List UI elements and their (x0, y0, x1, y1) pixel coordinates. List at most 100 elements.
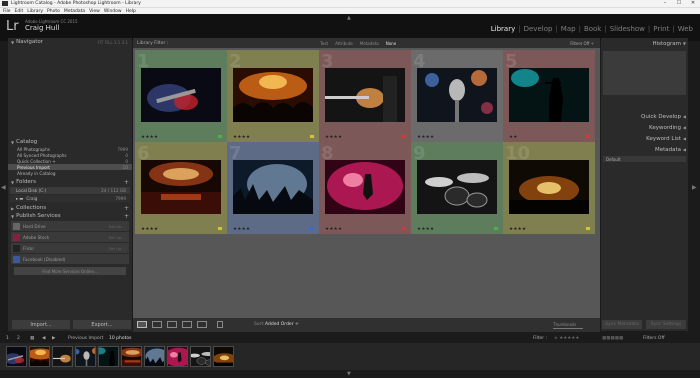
photo-cell[interactable]: 5 ★★ (503, 50, 595, 142)
filmstrip-thumbnail[interactable] (190, 346, 211, 367)
module-library[interactable]: Library (488, 25, 518, 33)
filmstrip-filter-dropdown[interactable]: Filters Off (643, 336, 665, 341)
publish-facebook[interactable]: Facebook (Disabled) (11, 254, 129, 264)
metadata-preset-dropdown[interactable]: Default (603, 156, 686, 162)
menu-edit[interactable]: Edit (15, 9, 24, 14)
add-service-icon[interactable]: + (124, 213, 129, 220)
find-more-services-button[interactable]: Find More Services Online... (14, 267, 126, 275)
rating-filter[interactable]: ≥ ★★★★★ (554, 336, 579, 341)
menu-file[interactable]: File (3, 9, 11, 14)
page-1-button[interactable]: 1 (6, 336, 9, 341)
menu-metadata[interactable]: Metadata (64, 9, 85, 14)
menu-library[interactable]: Library (27, 9, 43, 14)
quick-develop-header[interactable]: Quick Develop ◀ (601, 111, 688, 122)
folder-volume-local-disk[interactable]: Local Disk (C:) 24 / 112 GB (10, 187, 130, 194)
filter-presets-dropdown[interactable]: Filters Off ÷ (570, 41, 594, 46)
menu-window[interactable]: Window (104, 9, 122, 14)
expand-triangle-icon[interactable]: ◀ (683, 136, 686, 141)
photo-cell[interactable]: 8 ★★★★ (319, 142, 411, 234)
star-rating[interactable]: ★★★★ (233, 135, 250, 140)
collapse-triangle-icon[interactable]: ▼ (11, 40, 14, 45)
star-rating[interactable]: ★★★★ (509, 227, 526, 232)
keywording-header[interactable]: Keywording ◀ (601, 122, 688, 133)
filmstrip-thumbnail[interactable] (75, 346, 96, 367)
collapse-top-icon[interactable]: ▲ (347, 15, 351, 21)
navigator-preview[interactable] (8, 46, 132, 138)
star-rating[interactable]: ★★★★ (325, 135, 342, 140)
back-arrow-icon[interactable]: ◀ (42, 336, 45, 341)
star-rating[interactable]: ★★ (509, 135, 518, 140)
folder-craig[interactable]: ▸ ▬ Craig 7999 (10, 195, 130, 202)
maximize-button[interactable]: ☐ (672, 0, 686, 7)
close-button[interactable]: ✕ (686, 0, 700, 7)
collapse-triangle-icon[interactable]: ▼ (11, 180, 14, 185)
expand-triangle-icon[interactable]: ◀ (683, 125, 686, 130)
filmstrip-thumbnail[interactable] (98, 346, 119, 367)
photo-cell[interactable]: 3 ★★★★ (319, 50, 411, 142)
filter-tab-metadata[interactable]: Metadata (360, 41, 379, 46)
navigator-zoom-options[interactable]: FIT FILL 1:1 3:1 (97, 40, 128, 45)
color-filter[interactable]: ■■■■■ (602, 336, 623, 341)
add-folder-icon[interactable]: + (124, 179, 129, 186)
filter-tab-attribute[interactable]: Attribute (335, 41, 353, 46)
module-web[interactable]: Web (675, 25, 696, 33)
star-rating[interactable]: ★★★★ (141, 135, 158, 140)
thumbnail-size-slider[interactable] (553, 328, 583, 329)
photo-cell[interactable]: 1 ★★★★ (135, 50, 227, 142)
photo-thumbnail[interactable] (509, 68, 589, 122)
metadata-header[interactable]: Metadata ◀ (601, 144, 688, 155)
filmstrip-thumbnail[interactable] (29, 346, 50, 367)
setup-link[interactable]: Set Up... (109, 246, 125, 251)
module-slideshow[interactable]: Slideshow (607, 25, 648, 33)
menu-view[interactable]: View (89, 9, 100, 14)
filmstrip-thumbnail[interactable] (213, 346, 234, 367)
menu-photo[interactable]: Photo (47, 9, 60, 14)
star-rating[interactable]: ★★★★ (417, 135, 434, 140)
painter-icon[interactable] (217, 321, 223, 328)
forward-arrow-icon[interactable]: ▶ (52, 336, 55, 341)
histogram-header[interactable]: Histogram ▼ (601, 38, 688, 49)
survey-view-icon[interactable] (182, 321, 192, 328)
filter-tab-text[interactable]: Text (320, 41, 328, 46)
expand-triangle-icon[interactable]: ▶ (11, 206, 14, 211)
setup-link[interactable]: Set Up... (109, 235, 125, 240)
photo-thumbnail[interactable] (233, 68, 313, 122)
star-rating[interactable]: ★★★★ (417, 227, 434, 232)
filmstrip-thumbnail[interactable] (6, 346, 27, 367)
folders-header[interactable]: ▼ Folders + (8, 178, 132, 186)
publish-flickr[interactable]: Flickr Set Up... (11, 243, 129, 253)
collections-header[interactable]: ▶ Collections + (8, 204, 132, 212)
star-rating[interactable]: ★★★★ (233, 227, 250, 232)
photo-thumbnail[interactable] (325, 160, 405, 214)
color-label[interactable] (494, 227, 498, 230)
collapse-right-icon[interactable]: ▶ (692, 184, 697, 191)
color-label[interactable] (586, 227, 590, 230)
sort-order-dropdown[interactable]: Added Order ÷ (265, 322, 299, 327)
photo-thumbnail[interactable] (325, 68, 405, 122)
add-collection-icon[interactable]: + (124, 205, 129, 212)
minimize-button[interactable]: – (658, 0, 672, 7)
import-button[interactable]: Import... (12, 320, 70, 329)
photo-cell[interactable]: 7 ★★★★ (227, 142, 319, 234)
color-label[interactable] (402, 135, 406, 138)
filmstrip-thumbnail[interactable] (167, 346, 188, 367)
compare-view-icon[interactable] (167, 321, 177, 328)
module-book[interactable]: Book (581, 25, 604, 33)
menu-help[interactable]: Help (126, 9, 136, 14)
publish-hard-drive[interactable]: Hard Drive Set Up... (11, 221, 129, 231)
photo-thumbnail[interactable] (233, 160, 313, 214)
module-develop[interactable]: Develop (521, 25, 556, 33)
keyword-list-header[interactable]: Keyword List ◀ (601, 133, 688, 144)
publish-adobe-stock[interactable]: Adobe Stock Set Up... (11, 232, 129, 242)
photo-cell[interactable]: 10 ★★★★ (503, 142, 595, 234)
filmstrip-thumbnail[interactable] (144, 346, 165, 367)
publish-services-header[interactable]: ▼ Publish Services + (8, 212, 132, 220)
color-label[interactable] (586, 135, 590, 138)
setup-link[interactable]: Set Up... (109, 224, 125, 229)
photo-cell[interactable]: 9 ★★★★ (411, 142, 503, 234)
page-2-button[interactable]: 2 (17, 336, 20, 341)
filter-tab-none[interactable]: None (386, 41, 396, 46)
filmstrip-source[interactable]: Previous Import (68, 336, 103, 341)
star-rating[interactable]: ★★★★ (141, 227, 158, 232)
expand-triangle-icon[interactable]: ◀ (683, 147, 686, 152)
